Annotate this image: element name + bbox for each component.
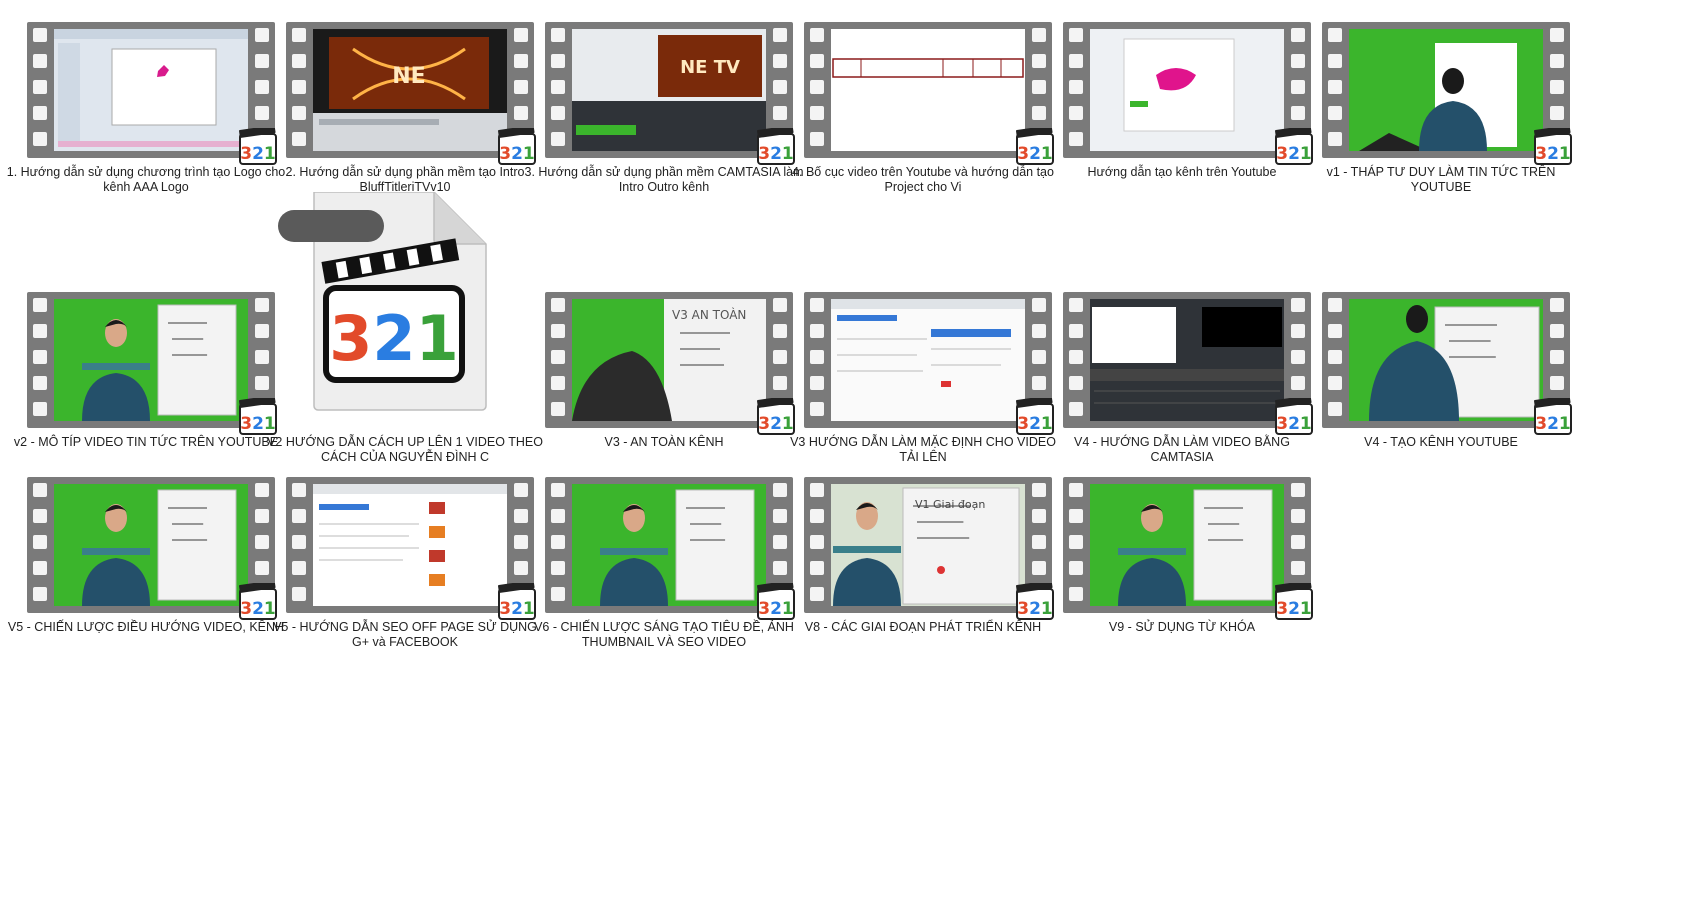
media-player-classic-321-icon: 321 [1273, 395, 1315, 436]
video-thumbnail: V1 Giai đoạn [831, 484, 1025, 606]
media-player-classic-321-icon: 321 [1014, 395, 1056, 436]
svg-text:321: 321 [1276, 144, 1312, 164]
video-thumbnail [1349, 299, 1543, 421]
film-strip-icon: 321 [27, 292, 277, 435]
media-player-classic-321-icon: 321 [1532, 395, 1574, 436]
video-thumbnail: NE TV [572, 29, 766, 151]
svg-text:321: 321 [240, 144, 276, 164]
film-strip-icon: V1 Giai đoạn 321 [804, 477, 1054, 620]
media-player-classic-321-icon: 321 [1273, 580, 1315, 621]
film-strip-icon: 321 [27, 22, 277, 165]
file-extension-label [278, 210, 384, 242]
film-strip-icon: 321 [545, 477, 795, 620]
svg-text:321: 321 [1017, 414, 1053, 434]
media-player-classic-321-icon: 321 [237, 125, 279, 166]
video-thumbnail [54, 484, 248, 606]
video-thumbnail [1090, 29, 1284, 151]
svg-text:321: 321 [1535, 414, 1571, 434]
file-name-label: V3 HƯỚNG DẪN LÀM MẶC ĐỊNH CHO VIDEO TẢI … [790, 435, 1056, 464]
file-name-label: 3. Hướng dẫn sử dụng phần mềm CAMTASIA l… [524, 165, 804, 194]
svg-text:321: 321 [240, 599, 276, 619]
media-player-classic-321-icon: 321 [1532, 125, 1574, 166]
video-thumbnail [1090, 299, 1284, 421]
svg-text:321: 321 [758, 414, 794, 434]
svg-text:V3 AN TOÀN: V3 AN TOÀN [672, 307, 746, 322]
media-player-classic-321-icon: 321 [496, 580, 538, 621]
media-player-classic-321-icon: 321 [496, 125, 538, 166]
film-strip-icon: 321 [1322, 22, 1572, 165]
media-player-classic-321-icon: 321 [237, 580, 279, 621]
media-player-classic-321-icon: 321 [755, 395, 797, 436]
film-strip-icon: 321 [27, 477, 277, 620]
file-name-label: V4 - TẠO KÊNH YOUTUBE [1364, 435, 1518, 449]
media-player-classic-321-icon: 321 [1014, 580, 1056, 621]
file-name-label: V9 - SỬ DỤNG TỪ KHÓA [1108, 620, 1256, 634]
svg-text:321: 321 [499, 144, 535, 164]
svg-text:NE TV: NE TV [680, 57, 740, 78]
file-name-label: 4. Bố cục video trên Youtube và hướng dẫ… [792, 165, 1054, 194]
video-thumbnail: V3 AN TOÀN [572, 299, 766, 421]
svg-text:NE: NE [392, 64, 425, 89]
file-name-label: V3 - AN TOÀN KÊNH [604, 435, 724, 449]
svg-text:321: 321 [758, 599, 794, 619]
file-name-label: v2 - MÔ TÍP VIDEO TIN TỨC TRÊN YOUTUBE [13, 435, 279, 449]
film-strip-icon: NE TV 321 [545, 22, 795, 165]
file-name-label: 2. Hướng dẫn sử dụng phần mềm tạo Intro … [285, 165, 525, 194]
file-name-label: V5 - HƯỚNG DẪN SEO OFF PAGE SỬ DỤNG G+ v… [273, 620, 537, 649]
film-strip-icon: 321 [1322, 292, 1572, 435]
svg-text:321: 321 [758, 144, 794, 164]
video-thumbnail [54, 299, 248, 421]
file-name-label: V4 - HƯỚNG DẪN LÀM VIDEO BẰNG CAMTASIA [1074, 435, 1290, 464]
film-strip-icon: 321 [1063, 22, 1313, 165]
file-name-label: V2 HƯỚNG DẪN CÁCH UP LÊN 1 VIDEO THEO CÁ… [267, 435, 543, 464]
svg-text:321: 321 [1017, 599, 1053, 619]
file-name-label: Hướng dẫn tạo kênh trên Youtube [1087, 165, 1277, 179]
svg-text:321: 321 [1017, 144, 1053, 164]
svg-text:321: 321 [1276, 414, 1312, 434]
file-name-label: V5 - CHIẾN LƯỢC ĐIỀU HƯỚNG VIDEO, KÊNH [7, 620, 285, 634]
video-thumbnail [313, 484, 507, 606]
video-thumbnail [831, 29, 1025, 151]
file-name-label: V6 - CHIẾN LƯỢC SÁNG TẠO TIÊU ĐỀ, ẢNH TH… [534, 620, 794, 649]
video-thumbnail [572, 484, 766, 606]
video-thumbnail [54, 29, 248, 151]
mp4-file-icon: 321 [264, 191, 546, 430]
film-strip-icon: 321 [286, 477, 536, 620]
svg-text:321: 321 [1276, 599, 1312, 619]
file-name-label: V8 - CÁC GIAI ĐOẠN PHÁT TRIỂN KÊNH [804, 620, 1042, 634]
film-strip-icon: V3 AN TOÀN 321 [545, 292, 795, 435]
svg-text:321: 321 [329, 302, 458, 375]
film-strip-icon: 321 [1063, 292, 1313, 435]
film-strip-icon: 321 [804, 22, 1054, 165]
media-player-classic-321-icon: 321 [755, 580, 797, 621]
file-name-label: v1 - THÁP TƯ DUY LÀM TIN TỨC TRÊN YOUTUB… [1326, 165, 1556, 194]
film-strip-icon: 321 [804, 292, 1054, 435]
video-thumbnail [1090, 484, 1284, 606]
video-thumbnail [1349, 29, 1543, 151]
video-thumbnail: NE [313, 29, 507, 151]
media-player-classic-321-icon: 321 [1273, 125, 1315, 166]
file-name-label: 1. Hướng dẫn sử dụng chương trình tạo Lo… [6, 165, 286, 194]
film-strip-icon: 321 [1063, 477, 1313, 620]
svg-text:V1 Giai đoạn: V1 Giai đoạn [915, 498, 985, 511]
media-player-classic-321-icon: 321 [755, 125, 797, 166]
file-grid: 321 1. Hướng dẫn sử dụng chương trình tạ… [0, 0, 1700, 921]
video-thumbnail [831, 299, 1025, 421]
film-strip-icon: NE 321 [286, 22, 536, 165]
media-player-classic-321-icon: 321 [1014, 125, 1056, 166]
svg-text:321: 321 [1535, 144, 1571, 164]
svg-text:321: 321 [499, 599, 535, 619]
